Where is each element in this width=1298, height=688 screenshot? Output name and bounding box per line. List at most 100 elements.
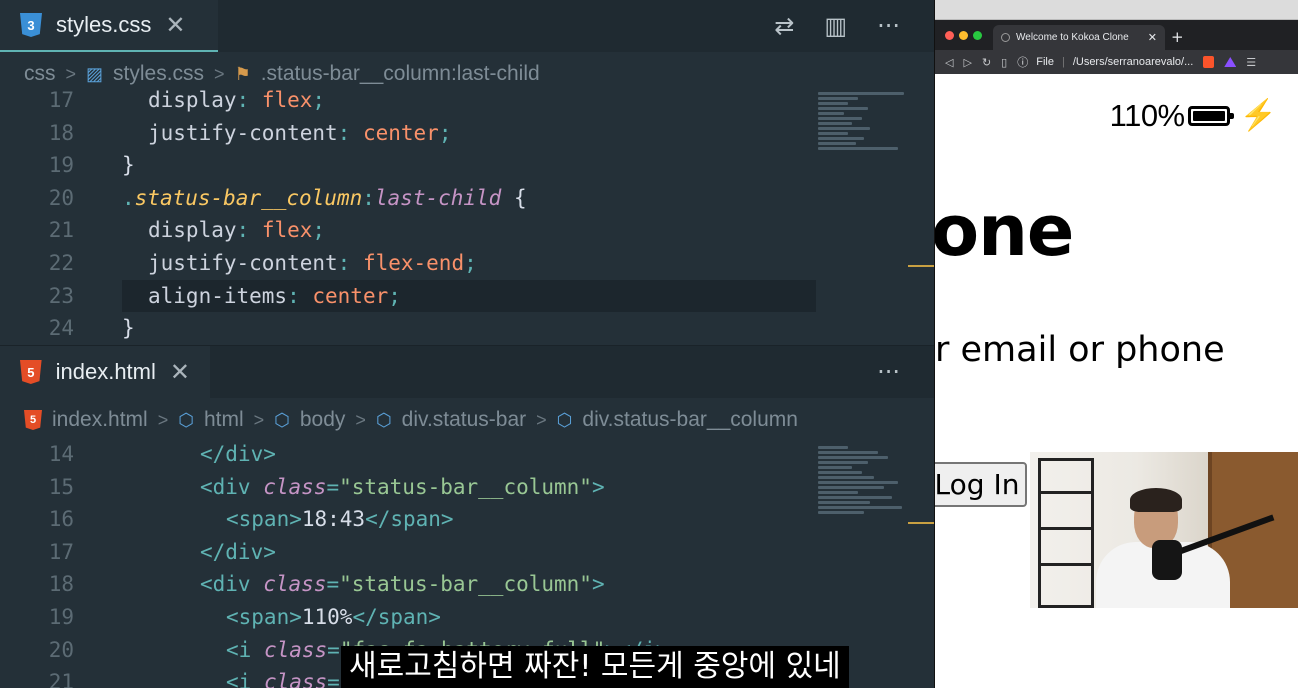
zoom-window-button[interactable] (973, 31, 982, 40)
close-window-button[interactable] (945, 31, 954, 40)
forward-icon[interactable]: ▷ (963, 56, 971, 69)
code-text: justify-content: flex-end; (148, 247, 477, 280)
tab-styles-css[interactable]: 3 styles.css ✕ (0, 0, 218, 52)
code-token: flex (261, 88, 313, 112)
new-tab-button[interactable]: + (1171, 28, 1184, 46)
code-token: ; (464, 250, 477, 275)
tab-index-html[interactable]: 5 index.html ✕ (0, 346, 210, 398)
code-token: status-bar__column (134, 185, 363, 210)
code-line[interactable]: 17 display: flex; (0, 84, 934, 117)
code-token: : (337, 250, 363, 275)
code-token: justify-content (148, 250, 338, 275)
code-line[interactable]: 24} (0, 312, 934, 345)
breadcrumb-item[interactable]: div.status-bar (402, 408, 527, 432)
browser-menu-icon[interactable]: ☰ (1246, 56, 1256, 69)
code-token: <span> (226, 604, 302, 629)
line-number: 18 (48, 572, 74, 597)
close-icon[interactable]: ✕ (170, 360, 190, 384)
code-line[interactable]: 18 <div class="status-bar__column"> (0, 568, 934, 601)
chevron-right-icon: > (536, 409, 547, 430)
code-token: center (312, 283, 389, 308)
editor-actions: ⇄ ▥ ··· (774, 0, 900, 52)
browser-tab-title: Welcome to Kokoa Clone (1016, 32, 1129, 43)
chevron-right-icon: > (65, 63, 77, 84)
address-bar: ◁ ▷ ↻ ▯ ⓘ File | /Users/serranoarevalo/.… (935, 50, 1298, 74)
code-token: ; (312, 218, 326, 243)
element-cube-icon: ⬡ (178, 409, 194, 430)
code-token: flex-end (362, 250, 465, 275)
breadcrumb-item[interactable]: div.status-bar__column (582, 408, 798, 432)
breadcrumb-folder[interactable]: css (24, 62, 56, 86)
line-number: 22 (48, 250, 74, 275)
code-token: > (591, 474, 605, 499)
code-line[interactable]: 15 <div class="status-bar__column"> (0, 471, 934, 504)
breadcrumb-item[interactable]: body (300, 408, 346, 432)
close-icon[interactable]: ✕ (165, 13, 185, 37)
code-line[interactable]: 17 </div> (0, 536, 934, 569)
code-token: 18:43 (301, 507, 366, 532)
back-icon[interactable]: ◁ (945, 56, 953, 69)
html-tab-bar: 5 index.html ✕ ··· (0, 346, 934, 398)
breadcrumb-item[interactable]: index.html (52, 408, 148, 432)
info-icon[interactable]: ⓘ (1017, 54, 1028, 70)
code-line[interactable]: 20 .status-bar__column:last-child { (0, 182, 934, 215)
code-line[interactable]: 19} (0, 149, 934, 182)
code-token: 110% (301, 604, 353, 629)
close-icon[interactable]: ✕ (1148, 31, 1157, 44)
code-token: ; (438, 120, 452, 145)
code-token: : (236, 218, 262, 243)
breadcrumb-item[interactable]: html (204, 408, 244, 432)
chevron-right-icon: > (214, 63, 225, 84)
chevron-right-icon: > (253, 409, 265, 430)
code-token: . (122, 185, 135, 210)
browser-tab[interactable]: Welcome to Kokoa Clone ✕ (993, 25, 1165, 50)
symbol-icon: ⚑ (234, 63, 251, 84)
code-editor: 3 styles.css ✕ ⇄ ▥ ··· css > ▨ styles.cs… (0, 0, 934, 688)
rewards-icon[interactable] (1224, 57, 1237, 67)
code-text: .status-bar__column:last-child { (122, 182, 527, 215)
code-token: </span> (365, 507, 454, 532)
video-subtitle: 새로고침하면 짜잔! 모든게 중앙에 있네 (341, 646, 849, 688)
code-line[interactable]: 22 justify-content: flex-end; (0, 247, 934, 280)
code-token: = (326, 474, 340, 499)
minimap[interactable] (818, 446, 908, 516)
code-token: = (326, 572, 340, 597)
url-separator: | (1061, 56, 1065, 68)
code-line[interactable]: 23 align-items: center; (0, 279, 934, 313)
webcam-person-hair (1130, 488, 1182, 512)
code-token: flex (261, 218, 313, 243)
minimize-window-button[interactable] (959, 31, 968, 40)
breadcrumb-file[interactable]: styles.css (113, 62, 204, 86)
line-number: 14 (48, 442, 74, 466)
bookmark-icon[interactable]: ▯ (1001, 56, 1007, 69)
brave-shield-icon[interactable] (1203, 56, 1215, 68)
page-favicon-icon (1001, 33, 1010, 42)
breadcrumb-symbol[interactable]: .status-bar__column:last-child (261, 62, 540, 86)
more-actions-icon[interactable]: ··· (877, 360, 900, 384)
code-area[interactable]: 17 display: flex; 18 justify-content: cente… (0, 84, 934, 345)
omnibox[interactable]: ⓘ File | /Users/serranoarevalo/... (1017, 54, 1193, 70)
line-number: 18 (48, 120, 74, 145)
code-line[interactable]: 16 <span>18:43</span> (0, 503, 934, 536)
line-number: 16 (48, 507, 74, 532)
code-text: <div class="status-bar__column"> (200, 568, 605, 601)
code-text: } (122, 312, 135, 345)
code-text: display: flex; (148, 214, 325, 247)
more-actions-icon[interactable]: ··· (877, 14, 900, 38)
code-line[interactable]: 21 display: flex; (0, 214, 934, 247)
code-token: <div (200, 474, 264, 499)
minimap[interactable] (818, 92, 908, 152)
code-text: align-items: center; (148, 280, 401, 313)
code-line[interactable]: 14 </div> (0, 438, 934, 471)
code-token: : (337, 120, 363, 145)
split-editor-icon[interactable]: ▥ (824, 14, 847, 38)
reload-icon[interactable]: ↻ (982, 56, 991, 69)
login-button[interactable]: Log In (935, 462, 1027, 507)
compare-changes-icon[interactable]: ⇄ (774, 14, 794, 38)
code-token: > (591, 572, 605, 597)
webcam-microphone (1152, 540, 1182, 580)
code-line[interactable]: 18 justify-content: center; (0, 117, 934, 150)
browser-tab-strip: Welcome to Kokoa Clone ✕ + (935, 20, 1298, 50)
code-line[interactable]: 19 <span>110%</span> (0, 601, 934, 634)
code-text: </div> (200, 536, 276, 569)
